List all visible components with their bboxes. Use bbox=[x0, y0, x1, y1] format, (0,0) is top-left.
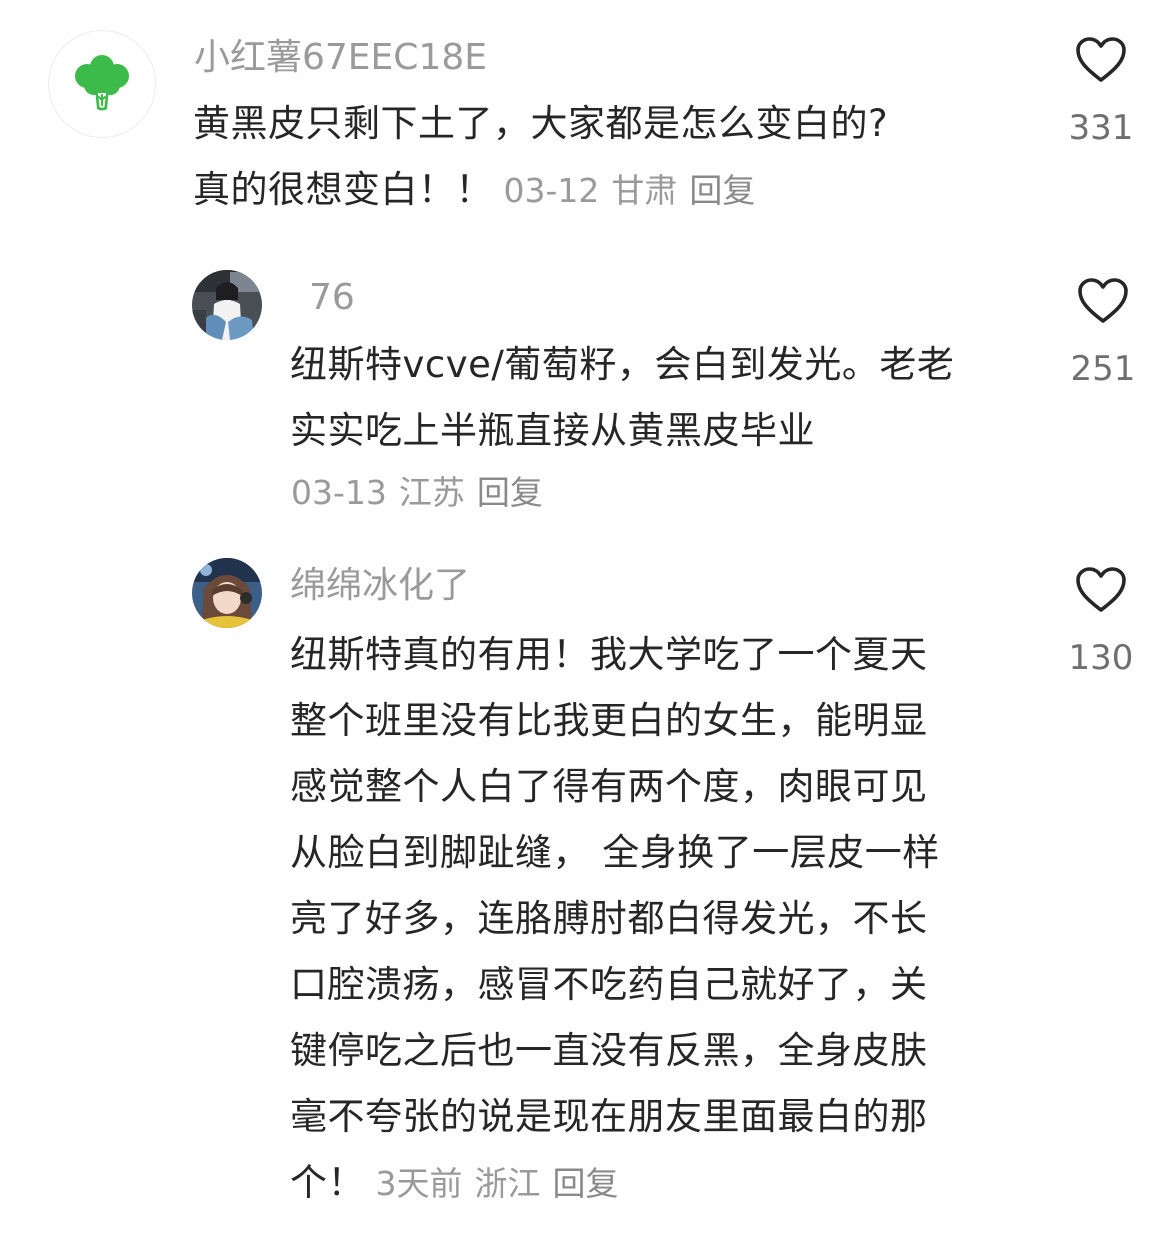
comment-text: 黄黑皮只剩下土了，大家都是怎么变白的? 真的很想变白！！ 03-12 甘肃 回复 bbox=[193, 91, 888, 224]
like-button[interactable]: 130 bbox=[1051, 566, 1151, 680]
comment-text-line: 亮了好多，连胳膊肘都白得发光，不长 bbox=[290, 897, 928, 940]
like-button[interactable]: 251 bbox=[1053, 277, 1153, 391]
comment-text-line: 个！ 3天前 浙江 回复 bbox=[290, 1150, 940, 1217]
avatar-photo bbox=[192, 558, 262, 628]
comment-text-line: 毫不夸张的说是现在朋友里面最白的那 bbox=[290, 1095, 928, 1138]
comment-text-line: 纽斯特vcve/葡萄籽，会白到发光。老老 bbox=[290, 343, 955, 386]
comment-text-line: 口腔溃疡，感冒不吃药自己就好了，关 bbox=[290, 963, 928, 1006]
comment-meta: 03-13 江苏 回复 bbox=[291, 471, 555, 515]
comment-text-line: 纽斯特真的有用！我大学吃了一个夏天 bbox=[290, 633, 928, 676]
heart-icon bbox=[1076, 37, 1126, 82]
comment-date: 3天前 bbox=[375, 1164, 463, 1203]
comment-text-line: 感觉整个人白了得有两个度，肉眼可见 bbox=[290, 765, 928, 808]
comment-text-line: 键停吃之后也一直没有反黑，全身皮肤 bbox=[290, 1029, 928, 1072]
comment-text-line: 整个班里没有比我更白的女生，能明显 bbox=[290, 699, 928, 742]
comment-text-line: 黄黑皮只剩下土了，大家都是怎么变白的? bbox=[193, 102, 889, 145]
like-count: 331 bbox=[1068, 108, 1134, 148]
like-count: 251 bbox=[1070, 349, 1136, 389]
comment-meta: 3天前 浙江 回复 bbox=[365, 1164, 631, 1203]
like-button[interactable]: 331 bbox=[1051, 36, 1151, 150]
comment-meta: 03-12 甘肃 回复 bbox=[493, 171, 767, 210]
comment-text: 纽斯特vcve/葡萄籽，会白到发光。老老 实实吃上半瓶直接从黄黑皮毕业 bbox=[290, 332, 954, 464]
comment-text-line: 真的很想变白！！ 03-12 甘肃 回复 bbox=[193, 157, 888, 224]
comment-date: 03-12 bbox=[503, 171, 600, 210]
comment-text-line: 实实吃上半瓶直接从黄黑皮毕业 bbox=[290, 409, 815, 452]
heart-icon bbox=[1076, 567, 1126, 612]
reply-button[interactable]: 回复 bbox=[477, 473, 543, 512]
comment-text: 纽斯特真的有用！我大学吃了一个夏天 整个班里没有比我更白的女生，能明显 感觉整个… bbox=[290, 622, 940, 1217]
username[interactable]: 小红薯67EEC18E bbox=[194, 36, 487, 80]
reply-button[interactable]: 回复 bbox=[689, 171, 755, 210]
comment-location: 江苏 bbox=[398, 473, 465, 512]
username[interactable]: 绵绵冰化了 bbox=[290, 564, 470, 608]
comment-date: 03-13 bbox=[291, 473, 387, 512]
avatar[interactable] bbox=[192, 270, 262, 340]
avatar-photo bbox=[192, 270, 262, 340]
like-count: 130 bbox=[1068, 638, 1134, 678]
avatar[interactable] bbox=[48, 30, 156, 138]
reply-button[interactable]: 回复 bbox=[553, 1164, 619, 1203]
comment-location: 浙江 bbox=[474, 1164, 541, 1203]
comment-location: 甘肃 bbox=[611, 171, 678, 210]
broccoli-icon bbox=[75, 55, 129, 111]
comment-text-line: 从脸白到脚趾缝， 全身换了一层皮一样 bbox=[290, 831, 940, 874]
avatar[interactable] bbox=[192, 558, 262, 628]
username[interactable]: 76 bbox=[309, 276, 355, 320]
heart-icon bbox=[1078, 278, 1128, 323]
